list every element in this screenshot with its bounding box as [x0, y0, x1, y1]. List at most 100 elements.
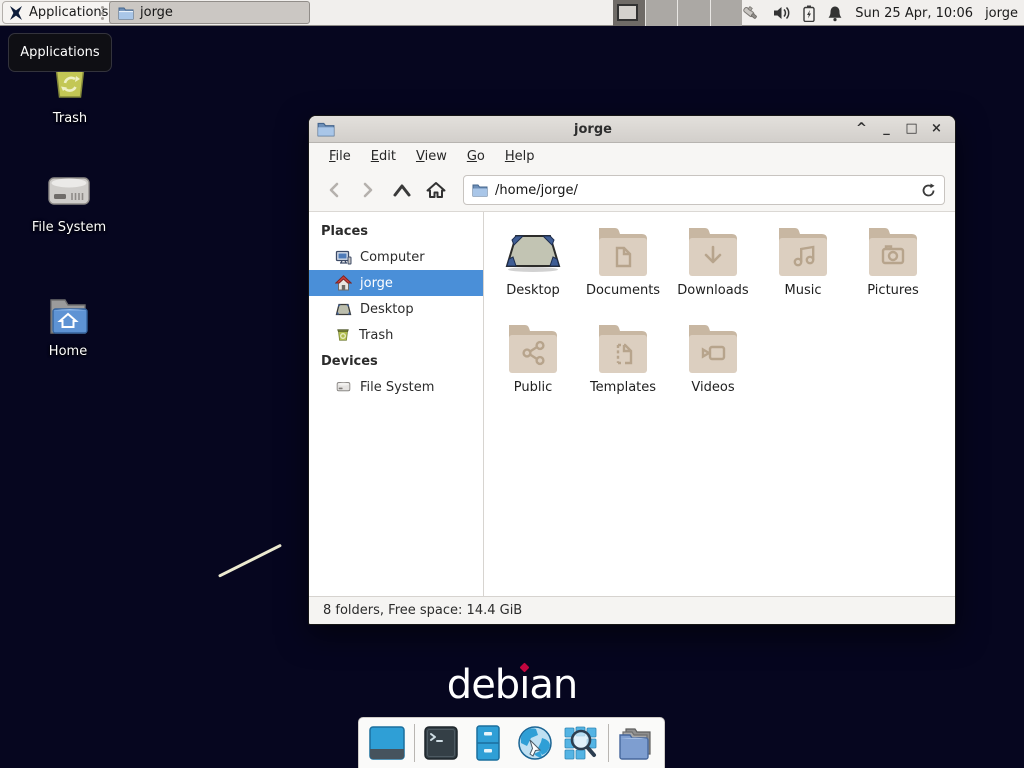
sidebar-item-trash[interactable]: Trash	[309, 322, 483, 348]
sidebar-header-places: Places	[309, 218, 483, 244]
home-button[interactable]	[421, 175, 451, 205]
tooltip-text: Applications	[20, 45, 99, 60]
file-item-label: Downloads	[677, 283, 748, 298]
statusbar: 8 folders, Free space: 14.4 GiB	[309, 596, 955, 624]
close-button[interactable]: ×	[926, 118, 947, 140]
file-item-documents[interactable]: Documents	[578, 222, 668, 317]
taskbar-window-button[interactable]: jorge	[109, 1, 310, 24]
workspace-switcher	[613, 0, 742, 26]
desktop-icon-label: Home	[49, 344, 87, 359]
file-item-label: Videos	[691, 380, 734, 395]
file-manager-window: jorge ^ _ □ × File Edit View Go Help	[308, 115, 956, 625]
dock-separator	[414, 724, 415, 762]
file-item-desktop[interactable]: Desktop	[488, 222, 578, 317]
file-item-label: Music	[785, 283, 822, 298]
debian-logo-text: an	[529, 662, 577, 708]
menu-file[interactable]: File	[321, 146, 359, 167]
menu-help[interactable]: Help	[497, 146, 543, 167]
battery-icon[interactable]	[803, 5, 815, 22]
music-folder-icon	[771, 222, 835, 282]
menu-edit[interactable]: Edit	[363, 146, 404, 167]
sidebar-item-label: jorge	[360, 276, 393, 291]
minimize-button[interactable]: _	[876, 118, 897, 140]
panel-drag-handle[interactable]	[101, 6, 106, 20]
dock-separator	[608, 724, 609, 762]
file-item-pictures[interactable]: Pictures	[848, 222, 938, 317]
desktop-special-icon	[501, 222, 565, 282]
sidebar-item-label: Trash	[359, 328, 393, 343]
maximize-button[interactable]: □	[901, 118, 922, 140]
app-finder-icon	[562, 724, 600, 762]
directory-menu-button[interactable]	[616, 723, 656, 764]
videos-folder-icon	[681, 319, 745, 379]
computer-icon	[335, 250, 352, 265]
back-button[interactable]	[319, 175, 349, 205]
workspace-1[interactable]	[613, 0, 646, 26]
workspace-4[interactable]	[711, 0, 743, 26]
desktop-icon-file-system[interactable]: File System	[21, 170, 117, 235]
file-item-label: Documents	[586, 283, 660, 298]
application-finder-button[interactable]	[561, 723, 601, 764]
sidebar-item-computer[interactable]: Computer	[309, 244, 483, 270]
applications-tooltip: Applications	[8, 33, 112, 72]
panel-clock[interactable]: Sun 25 Apr, 10:06	[855, 6, 973, 21]
documents-folder-icon	[591, 222, 655, 282]
desktop-icon-label: Trash	[53, 111, 87, 126]
folder-icon	[472, 183, 488, 197]
sidebar-item-file-system[interactable]: File System	[309, 374, 483, 400]
desktop-stray-mark	[218, 544, 282, 578]
workspace-window-thumb	[617, 4, 638, 21]
web-browser-globe-icon	[516, 724, 554, 762]
user-home-icon	[335, 275, 352, 291]
menu-go[interactable]: Go	[459, 146, 493, 167]
dock	[358, 717, 665, 768]
sidebar-item-label: File System	[360, 380, 434, 395]
airbrush-tool-icon[interactable]	[740, 4, 761, 22]
window-titlebar[interactable]: jorge ^ _ □ ×	[309, 116, 955, 143]
panel-username[interactable]: jorge	[985, 6, 1018, 21]
sidebar-header-devices: Devices	[309, 348, 483, 374]
file-item-label: Public	[514, 380, 552, 395]
shade-button[interactable]: ^	[851, 118, 872, 140]
applications-menu-label: Applications	[29, 5, 108, 20]
toolbar	[309, 169, 955, 212]
debian-logo: debıan	[0, 662, 1024, 708]
file-item-templates[interactable]: Templates	[578, 319, 668, 414]
path-input[interactable]	[495, 183, 914, 198]
trash-icon	[335, 327, 351, 343]
desktop-icon-label: File System	[32, 220, 106, 235]
debian-logo-text: deb	[447, 662, 519, 708]
downloads-folder-icon	[681, 222, 745, 282]
pictures-folder-icon	[861, 222, 925, 282]
file-item-music[interactable]: Music	[758, 222, 848, 317]
sidebar-item-jorge[interactable]: jorge	[309, 270, 483, 296]
workspace-2[interactable]	[646, 0, 679, 26]
file-manager-button[interactable]	[468, 723, 508, 764]
forward-button[interactable]	[353, 175, 383, 205]
file-item-public[interactable]: Public	[488, 319, 578, 414]
reload-icon[interactable]	[921, 183, 936, 198]
terminal-button[interactable]	[422, 723, 462, 764]
notifications-bell-icon[interactable]	[827, 5, 843, 22]
workspace-3[interactable]	[678, 0, 711, 26]
volume-icon[interactable]	[773, 5, 791, 21]
file-item-label: Desktop	[506, 283, 560, 298]
file-list: Desktop Documents	[484, 212, 955, 596]
back-arrow-icon	[327, 182, 341, 198]
file-item-videos[interactable]: Videos	[668, 319, 758, 414]
sidebar-item-label: Computer	[360, 250, 425, 265]
web-browser-button[interactable]	[515, 723, 555, 764]
file-item-downloads[interactable]: Downloads	[668, 222, 758, 317]
forward-arrow-icon	[361, 182, 375, 198]
sidebar-item-desktop[interactable]: Desktop	[309, 296, 483, 322]
top-panel: Applications jorge	[0, 0, 1024, 26]
file-cabinet-icon	[471, 724, 505, 762]
menu-view[interactable]: View	[408, 146, 455, 167]
menubar: File Edit View Go Help	[309, 143, 955, 169]
path-bar[interactable]	[463, 175, 945, 205]
up-button[interactable]	[387, 175, 417, 205]
desktop-icon-home[interactable]: Home	[20, 296, 116, 359]
up-arrow-icon	[393, 183, 411, 197]
show-desktop-button[interactable]	[367, 723, 407, 764]
show-desktop-icon	[368, 725, 406, 761]
